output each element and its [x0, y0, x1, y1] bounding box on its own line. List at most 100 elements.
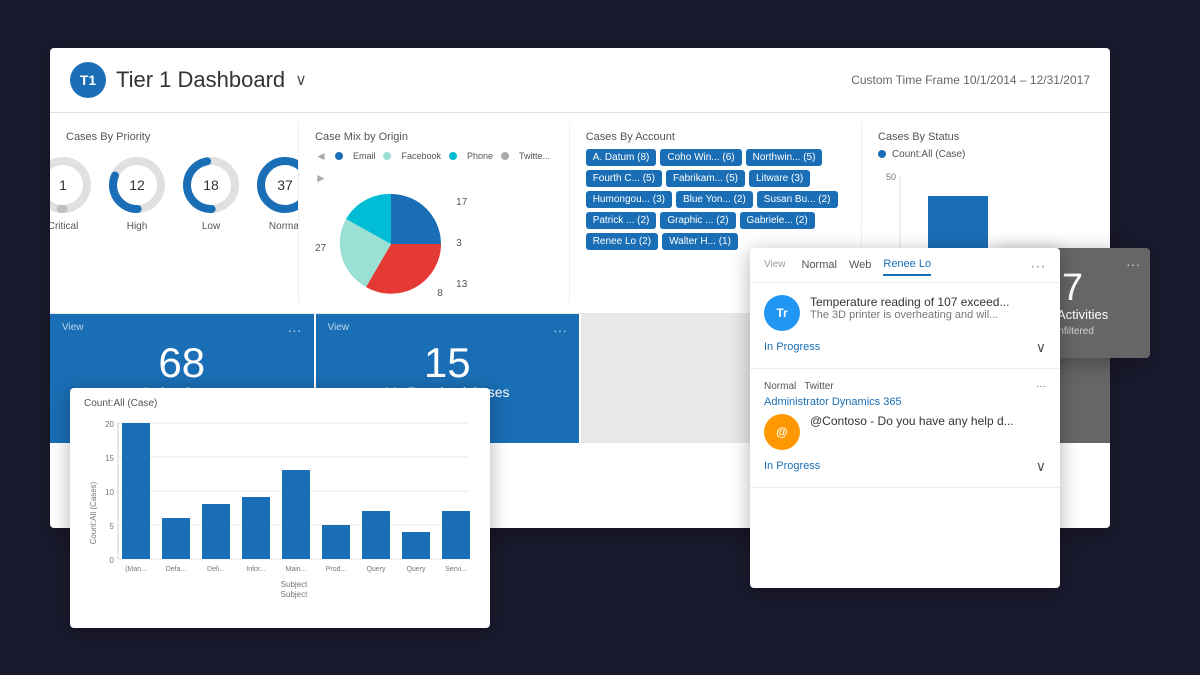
svg-text:Main...: Main... [285, 566, 306, 573]
tag-graphic[interactable]: Graphic ... (2) [660, 212, 735, 229]
svg-text:Deli...: Deli... [207, 566, 225, 573]
svg-text:Query: Query [406, 566, 426, 573]
svg-text:12: 12 [129, 177, 145, 193]
activity-2-status-text: In Progress [764, 460, 820, 472]
svg-text:Subject: Subject [281, 590, 308, 599]
donut-high: 12 High [105, 153, 169, 232]
tag-walterh[interactable]: Walter H... (1) [662, 233, 738, 250]
float-bar-chart-panel: Count:All (Case) Count:All (Cases) 20 15… [70, 388, 490, 628]
activity-1-status-text: In Progress [764, 341, 820, 353]
activity-2-title: @Contoso - Do you have any help d... [810, 414, 1046, 428]
pie-next[interactable]: ► [315, 171, 327, 185]
tag-litware[interactable]: Litware (3) [749, 170, 810, 187]
activity-item-2-text: @Contoso - Do you have any help d... [810, 414, 1046, 428]
activity-item-1-text: Temperature reading of 107 exceed... The… [810, 295, 1046, 321]
activity-2-meta-right: Twitter [804, 381, 833, 392]
svg-text:15: 15 [105, 454, 114, 463]
svg-text:10: 10 [105, 488, 114, 497]
header-left: T1 Tier 1 Dashboard ∨ [70, 62, 307, 98]
svg-text:Prod...: Prod... [326, 566, 347, 573]
tab-normal[interactable]: Normal [802, 259, 837, 275]
status-legend: Count:All (Case) [878, 149, 1094, 160]
donut-critical-label: Critical [50, 221, 78, 232]
chart-account-title: Cases By Account [586, 131, 845, 143]
page-title: Tier 1 Dashboard [116, 67, 285, 93]
activity-2-meta-left: Normal [764, 381, 796, 392]
status-legend-label: Count:All (Case) [892, 149, 965, 160]
svg-text:37: 37 [277, 177, 293, 193]
tag-coho[interactable]: Coho Win... (6) [660, 149, 741, 166]
tag-susanbu[interactable]: Susan Bu... (2) [757, 191, 838, 208]
header-logo: T1 [70, 62, 106, 98]
tag-patrick[interactable]: Patrick ... (2) [586, 212, 657, 229]
legend-dot-facebook [383, 152, 391, 160]
svg-text:Infor...: Infor... [246, 566, 266, 573]
svg-text:(Man...: (Man... [125, 566, 147, 573]
svg-text:50: 50 [886, 172, 896, 182]
tile-active-view: View [62, 322, 84, 333]
pie-area: 27 17 3 [315, 189, 553, 299]
activity-1-status: In Progress ∨ [764, 339, 1046, 356]
chart-status-title: Cases By Status [878, 131, 1094, 143]
avatar-tr: Tr [764, 295, 800, 331]
donut-normal: 37 Normal [253, 153, 299, 232]
donut-row: 1 Critical 12 High [66, 153, 282, 232]
tag-blueyon[interactable]: Blue Yon... (2) [676, 191, 753, 208]
tab-reneelo[interactable]: Renee Lo [883, 258, 931, 276]
tile-active-dots[interactable]: ··· [288, 322, 302, 338]
activity-header: View Normal Web Renee Lo ··· [750, 248, 1060, 283]
dashboard-container: T1 Tier 1 Dashboard ∨ Custom Time Frame … [50, 48, 1150, 628]
tag-gabriele[interactable]: Gabriele... (2) [740, 212, 815, 229]
pie-label-3: 3 [456, 238, 467, 249]
pie-label-8: 8 [437, 288, 443, 299]
account-tags: A. Datum (8) Coho Win... (6) Northwin...… [586, 149, 845, 250]
activity-1-title: Temperature reading of 107 exceed... [810, 295, 1046, 309]
donut-svg-high: 12 [105, 153, 169, 217]
tag-adatum[interactable]: A. Datum (8) [586, 149, 657, 166]
donut-svg-low: 18 [179, 153, 243, 217]
activity-header-dots[interactable]: ··· [1030, 258, 1046, 276]
float-activity-panel: View Normal Web Renee Lo ··· Tr Temperat… [750, 248, 1060, 588]
pie-label-13: 13 [456, 279, 467, 290]
activity-1-chevron[interactable]: ∨ [1036, 339, 1046, 356]
tile-resolved-dots[interactable]: ··· [553, 322, 567, 338]
header: T1 Tier 1 Dashboard ∨ Custom Time Frame … [50, 48, 1110, 113]
tag-humongou[interactable]: Humongou... (3) [586, 191, 672, 208]
activity-2-link[interactable]: Administrator Dynamics 365 [764, 396, 1046, 408]
tag-fourthc[interactable]: Fourth C... (5) [586, 170, 662, 187]
tile-resolved-view: View [328, 322, 350, 333]
dropdown-icon[interactable]: ∨ [295, 70, 307, 90]
legend-dot-email [335, 152, 343, 160]
activity-2-meta: Normal Twitter ··· [764, 381, 1046, 392]
pie-chart-svg [336, 189, 446, 299]
legend-twitter: Twitte... [519, 151, 550, 161]
legend-dot-phone [449, 152, 457, 160]
svg-text:1: 1 [59, 177, 67, 193]
activity-item-1-content: Tr Temperature reading of 107 exceed... … [764, 295, 1046, 331]
tag-reneelo[interactable]: Renee Lo (2) [586, 233, 658, 250]
chart-by-priority: Cases By Priority 1 Critical [50, 123, 299, 303]
svg-text:Servi...: Servi... [445, 566, 467, 573]
activity-2-dots[interactable]: ··· [1036, 381, 1046, 392]
donut-svg-critical: 1 [50, 153, 95, 217]
donut-svg-normal: 37 [253, 153, 299, 217]
tag-northwin[interactable]: Northwin... (5) [746, 149, 823, 166]
legend-facebook: Facebook [401, 151, 441, 161]
tag-fabrikam[interactable]: Fabrikam... (5) [666, 170, 745, 187]
pie-label-17: 17 [456, 197, 467, 208]
pie-labels-right: 17 3 13 [456, 197, 467, 290]
legend-email: Email [353, 151, 376, 161]
pie-label-27: 27 [315, 243, 326, 254]
donut-high-label: High [127, 221, 148, 232]
my-activities-dots[interactable]: ··· [1126, 256, 1140, 272]
pie-prev[interactable]: ◄ [315, 149, 327, 163]
tile-resolved-number: 15 [424, 342, 471, 384]
activity-item-1: Tr Temperature reading of 107 exceed... … [750, 283, 1060, 369]
chart-by-origin: Case Mix by Origin ◄ Email Facebook Phon… [299, 123, 570, 303]
activity-2-chevron[interactable]: ∨ [1036, 458, 1046, 475]
tab-view-label: View [764, 259, 786, 274]
donut-low: 18 Low [179, 153, 243, 232]
chart-origin-title: Case Mix by Origin [315, 131, 553, 143]
tab-web[interactable]: Web [849, 259, 871, 275]
legend-phone: Phone [467, 151, 493, 161]
